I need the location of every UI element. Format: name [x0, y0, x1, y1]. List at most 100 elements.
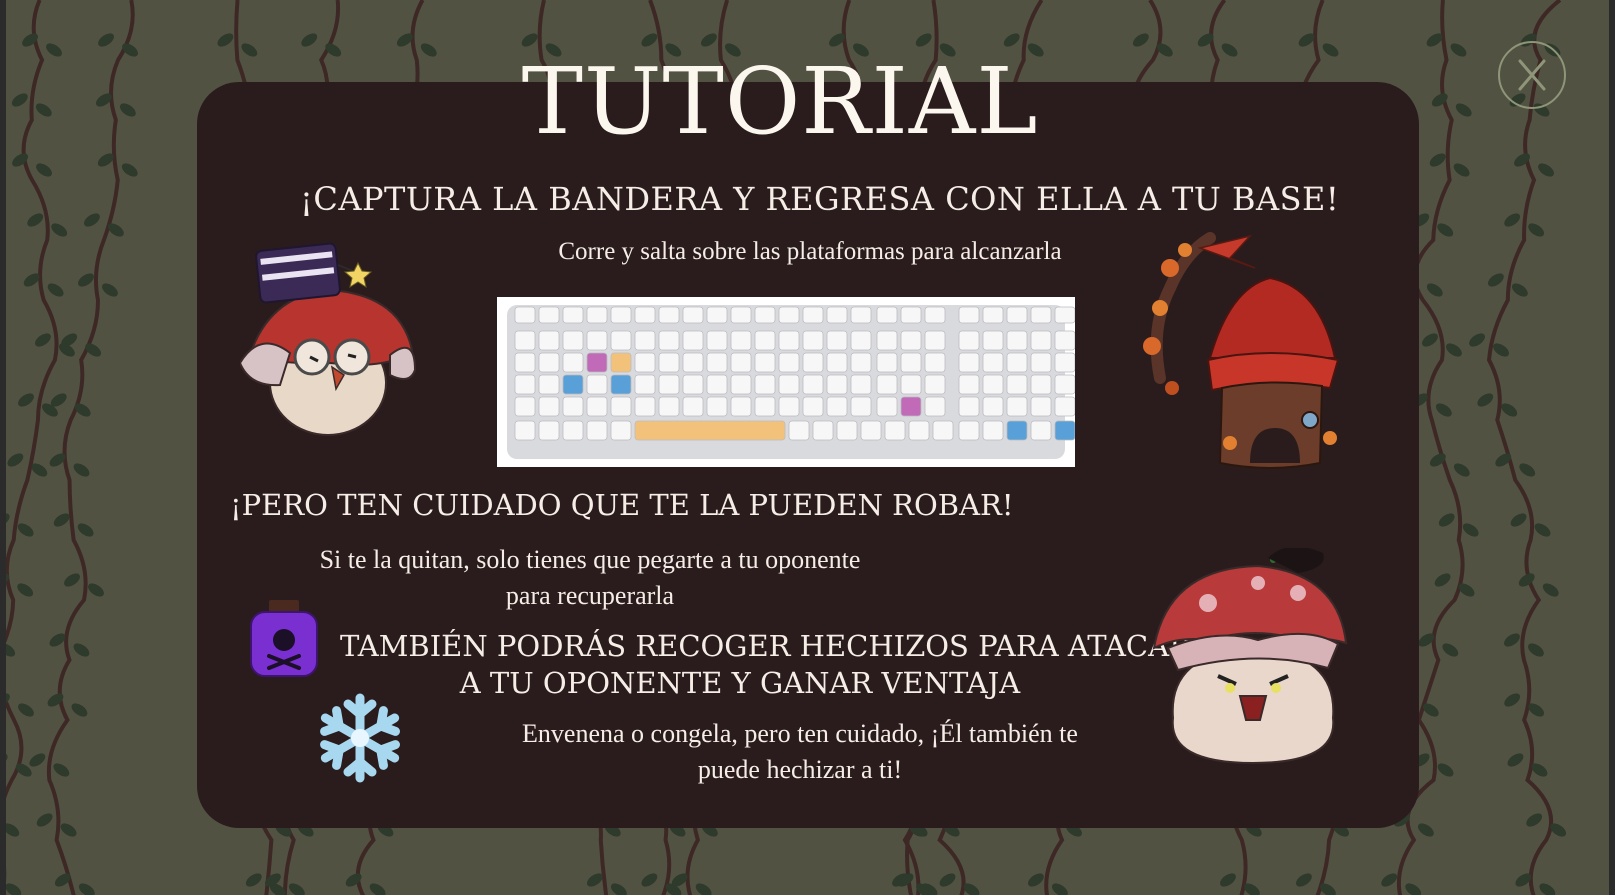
keyboard-key	[1006, 420, 1028, 441]
keyboard-image	[507, 305, 1076, 459]
keyboard-key	[788, 420, 810, 441]
keyboard-key	[1054, 330, 1076, 351]
keyboard-key	[932, 420, 954, 441]
keyboard-key	[754, 352, 776, 373]
keyboard-key	[706, 330, 728, 351]
keyboard-key	[1030, 374, 1052, 395]
keyboard-key	[610, 306, 632, 324]
keyboard-key	[538, 306, 560, 324]
keyboard-key	[586, 352, 608, 373]
keyboard-key	[538, 352, 560, 373]
keyboard-key	[562, 396, 584, 417]
keyboard-key	[826, 352, 848, 373]
keyboard-key	[900, 352, 922, 373]
poison-bottle-icon	[250, 600, 318, 677]
close-button[interactable]	[1498, 41, 1566, 109]
keyboard-key	[610, 330, 632, 351]
keyboard-key	[1006, 396, 1028, 417]
keyboard-key	[658, 330, 680, 351]
keyboard-key	[778, 352, 800, 373]
keyboard-key	[908, 420, 930, 441]
keyboard-key	[610, 396, 632, 417]
close-icon	[1518, 59, 1546, 91]
keyboard-key	[778, 374, 800, 395]
keyboard-key	[1030, 396, 1052, 417]
keyboard-key	[634, 396, 656, 417]
keyboard-key	[634, 420, 786, 441]
steal-text: Si te la quitan, solo tienes que pegarte…	[260, 542, 920, 614]
keyboard-key	[802, 374, 824, 395]
keyboard-key	[876, 352, 898, 373]
keyboard-key	[982, 352, 1004, 373]
keyboard-key	[812, 420, 834, 441]
spells-text-line2: puede hechizar a ti!	[697, 755, 903, 784]
keyboard-key	[634, 330, 656, 351]
keyboard-key	[850, 352, 872, 373]
keyboard-key	[538, 420, 560, 441]
keyboard-key	[850, 374, 872, 395]
keyboard-key	[1006, 306, 1028, 324]
keyboard-key	[1054, 396, 1076, 417]
keyboard-key	[900, 306, 922, 324]
keyboard-key	[1006, 330, 1028, 351]
keyboard-key	[826, 330, 848, 351]
keyboard-key	[924, 330, 946, 351]
keyboard-key	[658, 306, 680, 324]
game-screen: TUTORIAL ¡CAPTURA LA BANDERA Y REGRESA C…	[0, 0, 1615, 895]
capture-text: Corre y salta sobre las plataformas para…	[558, 238, 1062, 265]
keyboard-key	[706, 306, 728, 324]
keyboard-key	[682, 374, 704, 395]
keyboard-key	[1030, 420, 1052, 441]
keyboard-key	[754, 374, 776, 395]
keyboard-key	[1054, 420, 1076, 441]
keyboard-key	[514, 352, 536, 373]
spells-heading-line1: TAMBIÉN PODRÁS RECOGER HECHIZOS PARA ATA…	[340, 629, 1191, 663]
keyboard-key	[1054, 374, 1076, 395]
tutorial-title: TUTORIAL	[521, 48, 1039, 155]
keyboard-key	[958, 352, 980, 373]
keyboard-key	[876, 306, 898, 324]
mushroom-house-base	[1143, 232, 1340, 469]
keyboard-key	[924, 352, 946, 373]
keyboard-key	[1030, 352, 1052, 373]
keyboard-key	[826, 396, 848, 417]
keyboard-key	[1006, 374, 1028, 395]
keyboard-key	[778, 396, 800, 417]
keyboard-key	[586, 374, 608, 395]
keyboard-key	[802, 396, 824, 417]
keyboard-key	[634, 374, 656, 395]
keyboard-key	[900, 396, 922, 417]
keyboard-key	[514, 420, 536, 441]
keyboard-key	[706, 374, 728, 395]
keyboard-key	[730, 306, 752, 324]
keyboard-key	[1030, 306, 1052, 324]
keyboard-key	[778, 306, 800, 324]
keyboard-key	[754, 330, 776, 351]
keyboard-key	[562, 352, 584, 373]
spells-text-line1: Envenena o congela, pero ten cuidado, ¡É…	[522, 719, 1078, 748]
keyboard-key	[982, 374, 1004, 395]
keyboard-key	[826, 374, 848, 395]
keyboard-key	[514, 306, 536, 324]
keyboard-key	[730, 330, 752, 351]
keyboard-key	[586, 330, 608, 351]
keyboard-key	[754, 306, 776, 324]
spells-text: Envenena o congela, pero ten cuidado, ¡É…	[430, 716, 1170, 788]
keyboard-key	[682, 330, 704, 351]
keyboard-key	[924, 306, 946, 324]
keyboard-key	[924, 396, 946, 417]
keyboard-key	[538, 330, 560, 351]
keyboard-key	[562, 306, 584, 324]
snowflake-icon	[320, 693, 400, 783]
keyboard-key	[610, 352, 632, 373]
keyboard-key	[754, 396, 776, 417]
keyboard-key	[1054, 306, 1076, 324]
keyboard-key	[706, 396, 728, 417]
keyboard-key	[884, 420, 906, 441]
keyboard-key	[850, 330, 872, 351]
keyboard-key	[1006, 352, 1028, 373]
keyboard-key	[802, 306, 824, 324]
steal-text-line2: para recuperarla	[505, 581, 675, 610]
keyboard-key	[562, 374, 584, 395]
mushroom-wizard-character	[240, 242, 417, 436]
